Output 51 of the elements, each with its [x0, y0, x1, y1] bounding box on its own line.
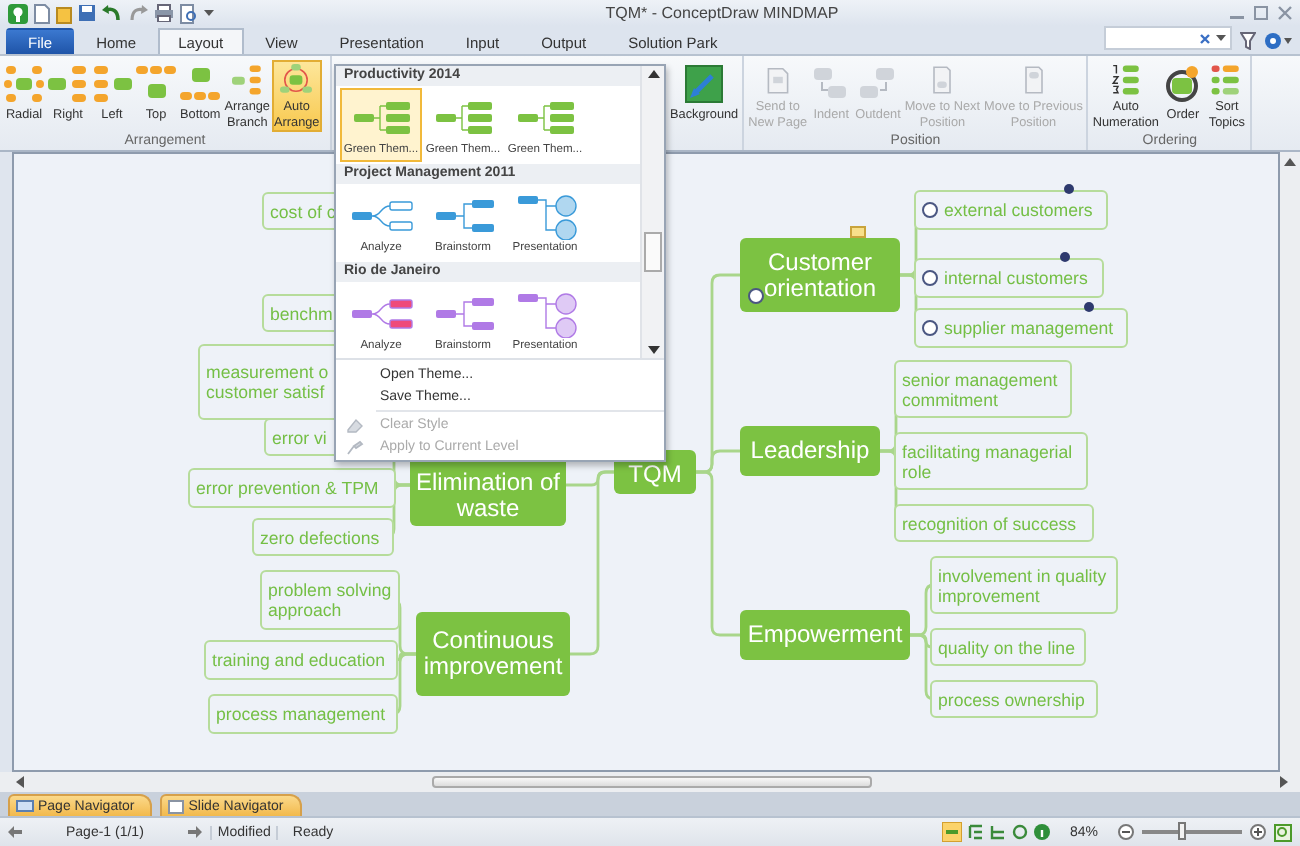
print-icon[interactable]: [154, 4, 174, 22]
window-title: TQM* - ConceptDraw MINDMAP: [603, 4, 841, 22]
caret-icon[interactable]: [204, 8, 214, 18]
clear-icon[interactable]: [1200, 33, 1210, 43]
help-icon[interactable]: [1264, 32, 1292, 50]
tree-icon[interactable]: [989, 824, 1006, 840]
filter-icon[interactable]: [1240, 32, 1256, 50]
right-branch-icon: [48, 64, 88, 104]
redo-icon[interactable]: [128, 4, 148, 22]
scroll-up-icon[interactable]: [1284, 158, 1296, 166]
node-ring-icon: [276, 64, 317, 96]
new-document-icon[interactable]: [34, 3, 50, 23]
scroll-left-icon[interactable]: [16, 776, 24, 788]
brush-icon: [345, 439, 363, 455]
task-circle[interactable]: [922, 320, 938, 336]
outline-icon[interactable]: [967, 824, 984, 840]
search-field[interactable]: [1104, 26, 1232, 50]
task-circle[interactable]: [748, 288, 764, 304]
scroll-up-icon[interactable]: [647, 70, 659, 78]
forward-arrow-icon[interactable]: [187, 826, 202, 838]
app-logo-icon[interactable]: [8, 3, 28, 23]
left-branch-icon: [92, 64, 132, 104]
scroll-right-icon[interactable]: [1280, 776, 1288, 788]
print-preview-icon[interactable]: [180, 3, 198, 23]
back-arrow-icon[interactable]: [8, 826, 22, 838]
caret-icon[interactable]: [1216, 34, 1226, 42]
radial-nodes-icon: [4, 64, 44, 104]
close-icon[interactable]: [1278, 6, 1292, 20]
slide-icon: [168, 799, 185, 813]
slider-thumb[interactable]: [1178, 822, 1186, 840]
scrollbar-thumb[interactable]: [644, 232, 662, 272]
background-image-icon: [684, 64, 725, 104]
page-icon: [16, 800, 34, 812]
zoom-in-icon[interactable]: [1250, 824, 1266, 840]
save-icon[interactable]: [78, 4, 96, 22]
indent-icon: [811, 64, 852, 104]
maximize-icon[interactable]: [1254, 6, 1268, 20]
task-circle[interactable]: [922, 202, 938, 218]
task-circle[interactable]: [922, 270, 938, 286]
top-branch-icon: [136, 64, 176, 104]
scroll-down-icon[interactable]: [647, 346, 659, 354]
zoom-out-icon[interactable]: [1118, 824, 1134, 840]
order-icon: [1162, 64, 1203, 104]
refresh-icon[interactable]: [1011, 824, 1028, 840]
fit-page-icon[interactable]: [1274, 823, 1292, 841]
scrollbar-thumb[interactable]: [432, 776, 872, 788]
bottom-branch-icon: [180, 64, 221, 104]
undo-icon[interactable]: [102, 4, 122, 22]
outdent-icon: [857, 64, 898, 104]
info-icon[interactable]: [1033, 824, 1050, 840]
map-view-icon[interactable]: [941, 822, 962, 842]
